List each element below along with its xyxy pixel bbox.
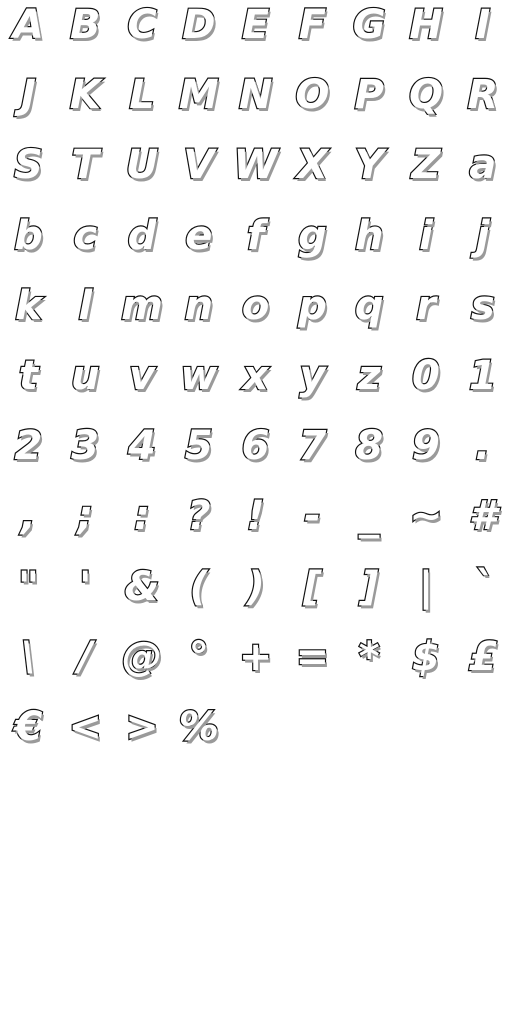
glyph-cell: 7: [284, 421, 341, 491]
glyph-cell: F: [284, 0, 341, 70]
glyph-cell: o: [227, 281, 284, 351]
glyph-cell: D: [170, 0, 227, 70]
glyph-cell: d: [114, 211, 171, 281]
glyph-cell: M: [170, 70, 227, 140]
glyph-cell: <: [57, 702, 114, 772]
glyph-cell: l: [57, 281, 114, 351]
glyph-cell: g: [284, 211, 341, 281]
glyph-cell: $: [398, 632, 455, 702]
glyph-cell: y: [284, 351, 341, 421]
glyph-cell: >: [114, 702, 171, 772]
glyph-cell: %: [170, 702, 227, 772]
glyph-cell: [: [284, 562, 341, 632]
glyph-cell: £: [454, 632, 511, 702]
glyph-cell: _: [341, 491, 398, 561]
glyph-cell: @: [114, 632, 171, 702]
glyph-cell: J: [0, 70, 57, 140]
glyph-cell: 6: [227, 421, 284, 491]
glyph-sheet: ABCDEFGHI JKLMNOPQR STUVWXYZa bcdefghij klmn…: [0, 0, 512, 1024]
glyph-cell: &: [114, 562, 171, 632]
glyph-cell: 9: [398, 421, 455, 491]
glyph-cell: (: [170, 562, 227, 632]
glyph-cell: 0: [398, 351, 455, 421]
glyph-cell: q: [341, 281, 398, 351]
glyph-cell: v: [114, 351, 171, 421]
glyph-cell: i: [398, 211, 455, 281]
glyph-cell: O: [284, 70, 341, 140]
glyph-cell: B: [57, 0, 114, 70]
glyph-cell: z: [341, 351, 398, 421]
glyph-cell: 4: [114, 421, 171, 491]
glyph-cell: P: [341, 70, 398, 140]
glyph-cell: 3: [57, 421, 114, 491]
glyph-cell: S: [0, 140, 57, 210]
glyph-cell: L: [114, 70, 171, 140]
glyph-cell: /: [57, 632, 114, 702]
glyph-cell: I: [454, 0, 511, 70]
glyph-cell: N: [227, 70, 284, 140]
glyph-cell: 8: [341, 421, 398, 491]
glyph-cell: -: [284, 491, 341, 561]
glyph-cell: .: [454, 421, 511, 491]
glyph-cell: t: [0, 351, 57, 421]
glyph-cell: !: [227, 491, 284, 561]
glyph-cell: U: [114, 140, 171, 210]
glyph-cell: #: [454, 491, 511, 561]
glyph-grid: ABCDEFGHI JKLMNOPQR STUVWXYZa bcdefghij klmn…: [0, 0, 512, 772]
glyph-cell: ]: [341, 562, 398, 632]
glyph-cell: ): [227, 562, 284, 632]
glyph-cell: u: [57, 351, 114, 421]
glyph-cell: Y: [341, 140, 398, 210]
glyph-cell: ?: [170, 491, 227, 561]
glyph-cell: |: [398, 562, 455, 632]
glyph-cell: W: [227, 140, 284, 210]
glyph-cell: a: [454, 140, 511, 210]
glyph-cell: 1: [454, 351, 511, 421]
glyph-cell: b: [0, 211, 57, 281]
glyph-cell: *: [341, 632, 398, 702]
glyph-cell: H: [398, 0, 455, 70]
glyph-cell: K: [57, 70, 114, 140]
glyph-cell: e: [170, 211, 227, 281]
glyph-cell: \: [0, 632, 57, 702]
glyph-cell: k: [0, 281, 57, 351]
glyph-cell: =: [284, 632, 341, 702]
glyph-cell: Z: [398, 140, 455, 210]
glyph-cell: ': [57, 562, 114, 632]
glyph-cell: °: [170, 632, 227, 702]
glyph-cell: c: [57, 211, 114, 281]
glyph-cell: C: [114, 0, 171, 70]
glyph-cell: A: [0, 0, 57, 70]
glyph-cell: ,: [0, 491, 57, 561]
glyph-cell: w: [170, 351, 227, 421]
glyph-cell: ;: [57, 491, 114, 561]
glyph-cell: p: [284, 281, 341, 351]
glyph-cell: s: [454, 281, 511, 351]
glyph-cell: +: [227, 632, 284, 702]
glyph-cell: T: [57, 140, 114, 210]
glyph-cell: n: [170, 281, 227, 351]
glyph-cell: X: [284, 140, 341, 210]
glyph-cell: 5: [170, 421, 227, 491]
glyph-cell: 2: [0, 421, 57, 491]
glyph-cell: R: [454, 70, 511, 140]
glyph-cell: :: [114, 491, 171, 561]
glyph-cell: E: [227, 0, 284, 70]
glyph-cell: r: [398, 281, 455, 351]
glyph-cell: `: [454, 562, 511, 632]
glyph-cell: G: [341, 0, 398, 70]
glyph-cell: ~: [398, 491, 455, 561]
glyph-cell: ": [0, 562, 57, 632]
glyph-cell: x: [227, 351, 284, 421]
glyph-cell: €: [0, 702, 57, 772]
glyph-cell: f: [227, 211, 284, 281]
glyph-cell: h: [341, 211, 398, 281]
glyph-cell: j: [454, 211, 511, 281]
glyph-cell: V: [170, 140, 227, 210]
glyph-cell: m: [114, 281, 171, 351]
glyph-cell: Q: [398, 70, 455, 140]
